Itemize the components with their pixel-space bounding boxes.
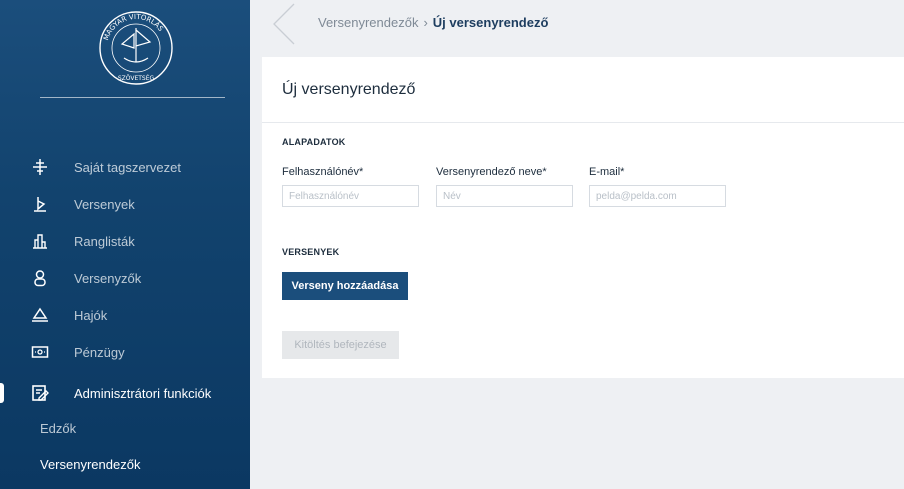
breadcrumb: Versenyrendezők › Új versenyrendező [318,15,548,30]
username-label: Felhasználónév* [282,166,364,178]
back-chevron-icon[interactable] [268,2,298,46]
email-input[interactable] [589,185,726,207]
nav-item-rankings[interactable]: Ranglisták [0,222,250,260]
finish-button[interactable]: Kitöltés befejezése [282,331,399,359]
nav-item-admin-functions[interactable]: Adminisztrátori funkciók [0,374,250,412]
breadcrumb-link-organizers[interactable]: Versenyrendezők [318,15,418,30]
edit-document-icon [30,383,50,403]
ranking-icon [30,231,50,251]
nav-label: Pénzügy [74,344,125,360]
nav-item-boats[interactable]: Hajók [0,296,250,334]
breadcrumb-current: Új versenyrendező [432,15,549,30]
email-label: E-mail* [589,166,625,178]
sidebar: MAGYAR VITORLÁS SZÖVETSÉG Saját tagszerv… [0,0,250,489]
nav-item-organization[interactable]: Saját tagszervezet [0,148,250,186]
topbar: Versenyrendezők › Új versenyrendező [250,0,904,48]
organizer-name-input[interactable] [436,185,573,207]
nav-label: Versenyek [74,196,135,212]
subnav-item-organizers[interactable]: Versenyrendezők [40,457,140,472]
form-card: Új versenyrendező ALAPADATOK Felhasználó… [262,57,904,378]
nav-item-competitors[interactable]: Versenyzők [0,259,250,297]
username-input[interactable] [282,185,419,207]
nav-label: Adminisztrátori funkciók [74,385,212,401]
page-title: Új versenyrendező [282,81,416,98]
add-competition-button[interactable]: Verseny hozzáadása [282,272,408,300]
nav-item-finance[interactable]: Pénzügy [0,333,250,371]
section-title-basic-data: ALAPADATOK [282,137,346,147]
nav-label: Versenyzők [74,270,142,286]
breadcrumb-separator: › [423,15,428,30]
svg-text:SZÖVETSÉG: SZÖVETSÉG [118,74,155,82]
boat-icon [30,305,50,325]
money-icon [30,342,50,362]
sailboat-flag-icon [30,194,50,214]
subnav-item-coaches[interactable]: Edzők [40,421,76,436]
organization-icon [30,157,50,177]
card-header: Új versenyrendező [262,57,904,123]
person-icon [30,268,50,288]
federation-logo[interactable]: MAGYAR VITORLÁS SZÖVETSÉG [95,8,177,88]
nav-label: Ranglisták [74,233,135,249]
logo-divider [40,97,225,98]
organizer-name-label: Versenyrendező neve* [436,166,547,178]
section-title-competitions: VERSENYEK [282,247,340,257]
nav-label: Saját tagszervezet [74,159,181,175]
nav-label: Hajók [74,307,108,323]
nav-item-competitions[interactable]: Versenyek [0,185,250,223]
